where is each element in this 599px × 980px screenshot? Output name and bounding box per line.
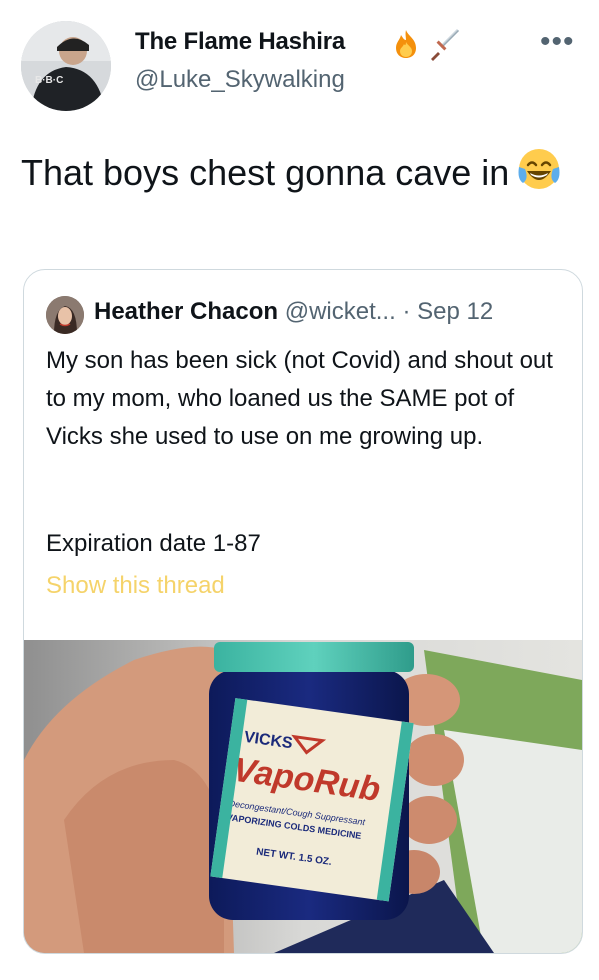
author-avatar[interactable]: B·B·C: [21, 21, 111, 111]
author-handle[interactable]: @Luke_Skywalking: [135, 66, 345, 94]
quoted-body-text: My son has been sick (not Covid) and sho…: [46, 347, 553, 450]
author-name-text: The Flame Hashira: [135, 28, 346, 55]
quoted-avatar-image: [46, 296, 84, 334]
quoted-media-photo[interactable]: VICKS VapoRub Decongestant/Cough Suppres…: [24, 640, 582, 953]
quoted-date[interactable]: · Sep 12: [402, 298, 493, 325]
tweet-text-content: That boys chest gonna cave in: [21, 152, 510, 193]
dagger-icon: [428, 28, 462, 67]
svg-text:B·B·C: B·B·C: [35, 75, 63, 86]
quoted-header: Heather Chacon @wicket... · Sep 12: [94, 298, 493, 326]
show-thread-link[interactable]: Show this thread: [46, 572, 225, 600]
quoted-tweet-card[interactable]: Heather Chacon @wicket... · Sep 12 My so…: [23, 269, 583, 954]
quoted-body: My son has been sick (not Covid) and sho…: [46, 342, 566, 456]
quoted-author-name[interactable]: Heather Chacon: [94, 298, 278, 325]
quoted-author-handle[interactable]: @wicket...: [285, 298, 396, 325]
author-name[interactable]: The Flame Hashira: [135, 28, 345, 56]
tears-of-joy-icon: [515, 145, 563, 204]
more-options-button[interactable]: •••: [540, 27, 575, 57]
quoted-author-avatar[interactable]: [46, 296, 84, 334]
vaporub-photo: VICKS VapoRub Decongestant/Cough Suppres…: [24, 640, 582, 953]
fire-icon: [390, 28, 422, 65]
quoted-expiration-text: Expiration date 1-87: [46, 530, 261, 557]
tweet-text: That boys chest gonna cave in: [21, 145, 581, 204]
author-avatar-image: B·B·C: [21, 21, 111, 111]
